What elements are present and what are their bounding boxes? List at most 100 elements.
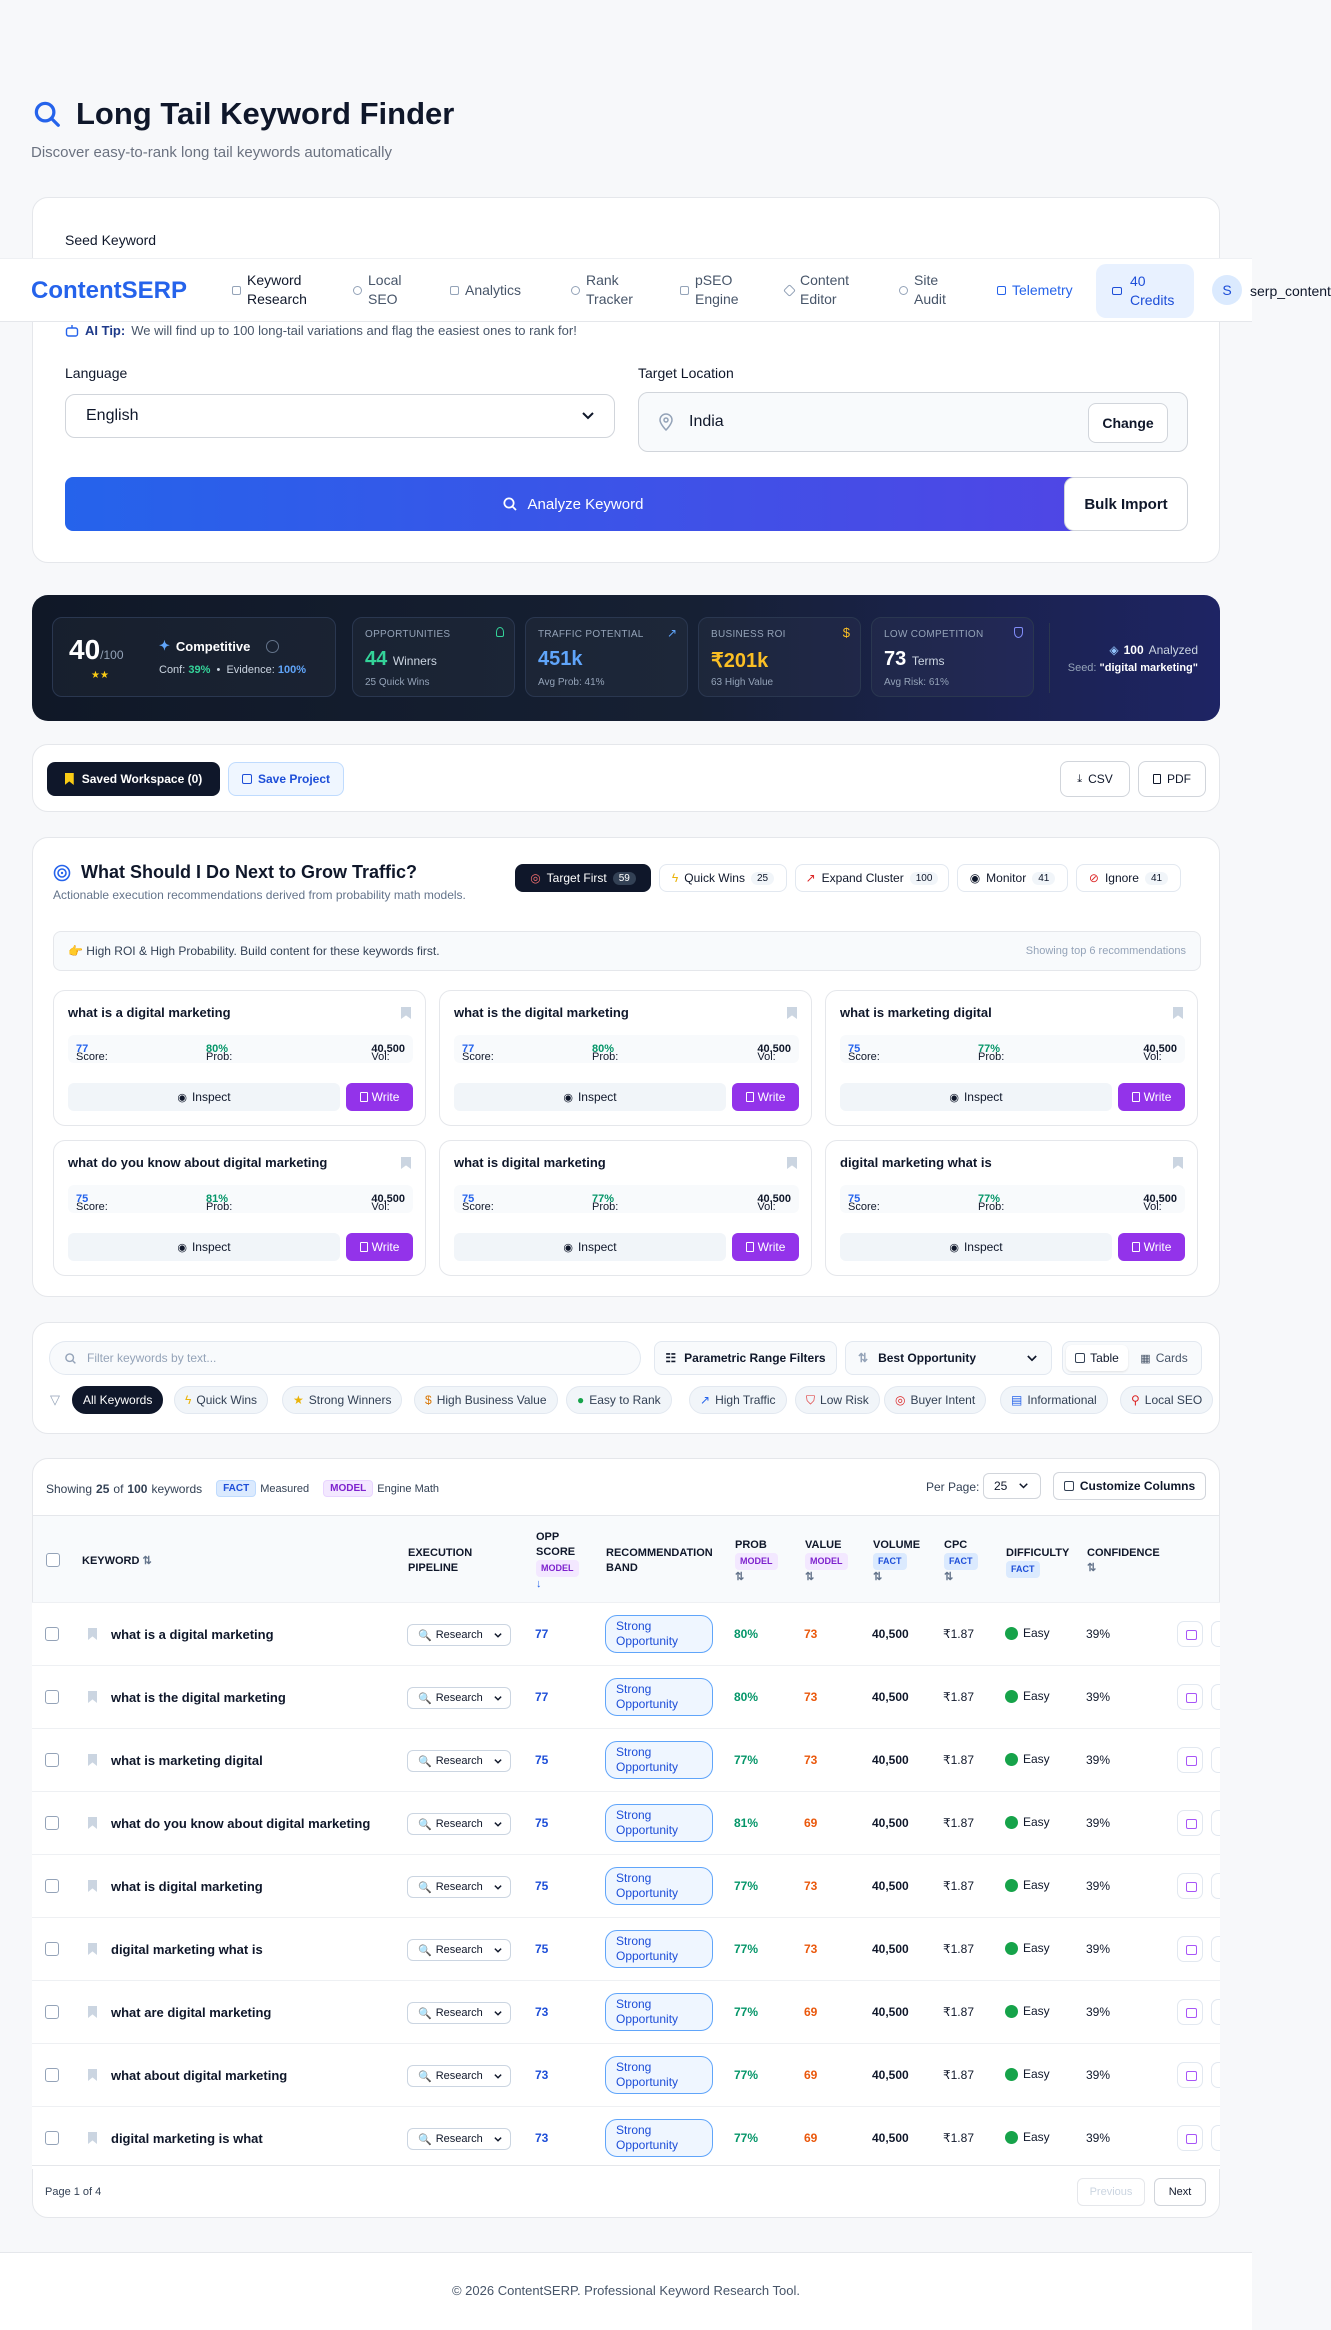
- filter-chip[interactable]: ⚲ Local SEO: [1120, 1386, 1214, 1414]
- table-view-button[interactable]: Table: [1066, 1345, 1128, 1371]
- inspect-button[interactable]: ◉ Inspect: [454, 1233, 726, 1261]
- pipeline-select[interactable]: 🔍 Research: [407, 1624, 511, 1646]
- language-select[interactable]: English: [65, 394, 615, 438]
- filter-chip[interactable]: ▤ Informational: [1000, 1386, 1108, 1414]
- col-prob[interactable]: PROB MODEL ⇅: [735, 1538, 778, 1585]
- nav-item-pseo-engine[interactable]: pSEO Engine: [680, 271, 751, 309]
- action-more-button[interactable]: [1211, 1621, 1220, 1647]
- inspect-button[interactable]: ◉ Inspect: [840, 1083, 1112, 1111]
- keyword-cell[interactable]: what is marketing digital: [111, 1753, 263, 1768]
- col-opp-score[interactable]: OPP SCOREFACTMODEL↓: [536, 1530, 586, 1592]
- filter-chip[interactable]: ↗ High Traffic: [689, 1386, 787, 1414]
- nav-item-content-editor[interactable]: Content Editor: [783, 271, 860, 309]
- write-button[interactable]: Write: [1118, 1233, 1185, 1261]
- action-write-button[interactable]: [1177, 1936, 1203, 1962]
- action-write-button[interactable]: [1177, 1873, 1203, 1899]
- bookmark-icon[interactable]: [787, 1157, 797, 1169]
- row-checkbox[interactable]: [45, 1753, 59, 1767]
- analyze-keyword-button[interactable]: Analyze Keyword: [65, 477, 1080, 531]
- filter-chip[interactable]: ★ Strong Winners: [282, 1386, 403, 1414]
- pipeline-select[interactable]: 🔍 Research: [407, 1687, 511, 1709]
- avatar[interactable]: S: [1212, 275, 1242, 305]
- write-button[interactable]: Write: [732, 1233, 799, 1261]
- bookmark-icon[interactable]: [401, 1007, 411, 1019]
- bookmark-icon[interactable]: [88, 2069, 97, 2081]
- pipeline-select[interactable]: 🔍 Research: [407, 1939, 511, 1961]
- write-button[interactable]: Write: [732, 1083, 799, 1111]
- export-csv-button[interactable]: ⤓ CSV: [1060, 761, 1130, 797]
- row-checkbox[interactable]: [45, 1816, 59, 1830]
- action-write-button[interactable]: [1177, 2125, 1203, 2151]
- bookmark-icon[interactable]: [401, 1157, 411, 1169]
- bookmark-icon[interactable]: [88, 2006, 97, 2018]
- bookmark-icon[interactable]: [88, 1754, 97, 1766]
- nav-item-telemetry[interactable]: Telemetry: [997, 281, 1073, 300]
- col-confidence[interactable]: CONFIDENCE ⇅: [1087, 1546, 1160, 1576]
- previous-button[interactable]: Previous: [1077, 2178, 1145, 2206]
- save-project-button[interactable]: Save Project: [228, 762, 344, 796]
- customize-columns-button[interactable]: Customize Columns: [1053, 1472, 1206, 1500]
- keyword-cell[interactable]: what is the digital marketing: [111, 1690, 286, 1705]
- filter-chip[interactable]: $ High Business Value: [414, 1386, 558, 1414]
- nav-item-site-audit[interactable]: Site Audit: [899, 271, 954, 309]
- saved-workspace-button[interactable]: Saved Workspace (0): [47, 762, 220, 796]
- tab-expand-cluster[interactable]: ↗ Expand Cluster 100: [795, 864, 949, 892]
- tab-target-first[interactable]: ◎ Target First 59: [515, 864, 651, 892]
- col-difficulty[interactable]: DIFFICULTY FACT: [1006, 1546, 1069, 1578]
- pipeline-select[interactable]: 🔍 Research: [407, 2128, 511, 2150]
- nav-item-local-seo[interactable]: Local SEO: [353, 271, 418, 309]
- keyword-cell[interactable]: digital marketing is what: [111, 2131, 263, 2146]
- bookmark-icon[interactable]: [1173, 1157, 1183, 1169]
- inspect-button[interactable]: ◉ Inspect: [68, 1233, 340, 1261]
- keyword-cell[interactable]: what about digital marketing: [111, 2068, 287, 2083]
- bookmark-icon[interactable]: [88, 2132, 97, 2144]
- nav-item-rank-tracker[interactable]: Rank Tracker: [571, 271, 646, 309]
- row-checkbox[interactable]: [45, 1627, 59, 1641]
- action-write-button[interactable]: [1177, 1684, 1203, 1710]
- tab-quick-wins[interactable]: ϟ Quick Wins 25: [659, 864, 787, 892]
- bookmark-icon[interactable]: [88, 1691, 97, 1703]
- write-button[interactable]: Write: [346, 1233, 413, 1261]
- nav-item-keyword-research[interactable]: Keyword Research: [232, 271, 317, 309]
- action-more-button[interactable]: [1211, 1747, 1220, 1773]
- pipeline-select[interactable]: 🔍 Research: [407, 1813, 511, 1835]
- inspect-button[interactable]: ◉ Inspect: [840, 1233, 1112, 1261]
- pipeline-select[interactable]: 🔍 Research: [407, 1876, 511, 1898]
- export-pdf-button[interactable]: PDF: [1138, 761, 1206, 797]
- sort-select[interactable]: ⇅ Best Opportunity: [845, 1341, 1052, 1375]
- col-volume[interactable]: VOLUME FACT ⇅: [873, 1538, 920, 1585]
- range-filters-button[interactable]: ☷ Parametric Range Filters: [654, 1341, 837, 1375]
- credits-badge[interactable]: 40 Credits: [1096, 264, 1194, 318]
- keyword-cell[interactable]: what is digital marketing: [111, 1879, 263, 1894]
- inspect-button[interactable]: ◉ Inspect: [68, 1083, 340, 1111]
- inspect-button[interactable]: ◉ Inspect: [454, 1083, 726, 1111]
- row-checkbox[interactable]: [45, 1879, 59, 1893]
- bookmark-icon[interactable]: [1173, 1007, 1183, 1019]
- col-cpc[interactable]: CPC FACT ⇅: [944, 1538, 978, 1585]
- action-write-button[interactable]: [1177, 1810, 1203, 1836]
- bookmark-icon[interactable]: [88, 1880, 97, 1892]
- col-keyword[interactable]: KEYWORD ⇅: [82, 1554, 152, 1569]
- col-value[interactable]: VALUE MODEL ⇅: [805, 1538, 848, 1585]
- row-checkbox[interactable]: [45, 1942, 59, 1956]
- keyword-cell[interactable]: digital marketing what is: [111, 1942, 263, 1957]
- action-write-button[interactable]: [1177, 1999, 1203, 2025]
- row-checkbox[interactable]: [45, 2068, 59, 2082]
- cards-view-button[interactable]: ▦ Cards: [1133, 1345, 1195, 1371]
- bookmark-icon[interactable]: [88, 1943, 97, 1955]
- action-write-button[interactable]: [1177, 1747, 1203, 1773]
- keyword-cell[interactable]: what is a digital marketing: [111, 1627, 274, 1642]
- action-more-button[interactable]: [1211, 2125, 1220, 2151]
- select-all-checkbox[interactable]: [46, 1553, 60, 1567]
- row-checkbox[interactable]: [45, 2131, 59, 2145]
- logo[interactable]: ContentSERP: [31, 277, 187, 305]
- action-more-button[interactable]: [1211, 1810, 1220, 1836]
- row-checkbox[interactable]: [45, 1690, 59, 1704]
- keyword-cell[interactable]: what do you know about digital marketing: [111, 1816, 370, 1831]
- action-more-button[interactable]: [1211, 2062, 1220, 2088]
- bookmark-icon[interactable]: [88, 1628, 97, 1640]
- action-more-button[interactable]: [1211, 1936, 1220, 1962]
- filter-chip[interactable]: ◎ Buyer Intent: [884, 1386, 987, 1414]
- keyword-filter-input[interactable]: Filter keywords by text...: [49, 1341, 641, 1375]
- pipeline-select[interactable]: 🔍 Research: [407, 1750, 511, 1772]
